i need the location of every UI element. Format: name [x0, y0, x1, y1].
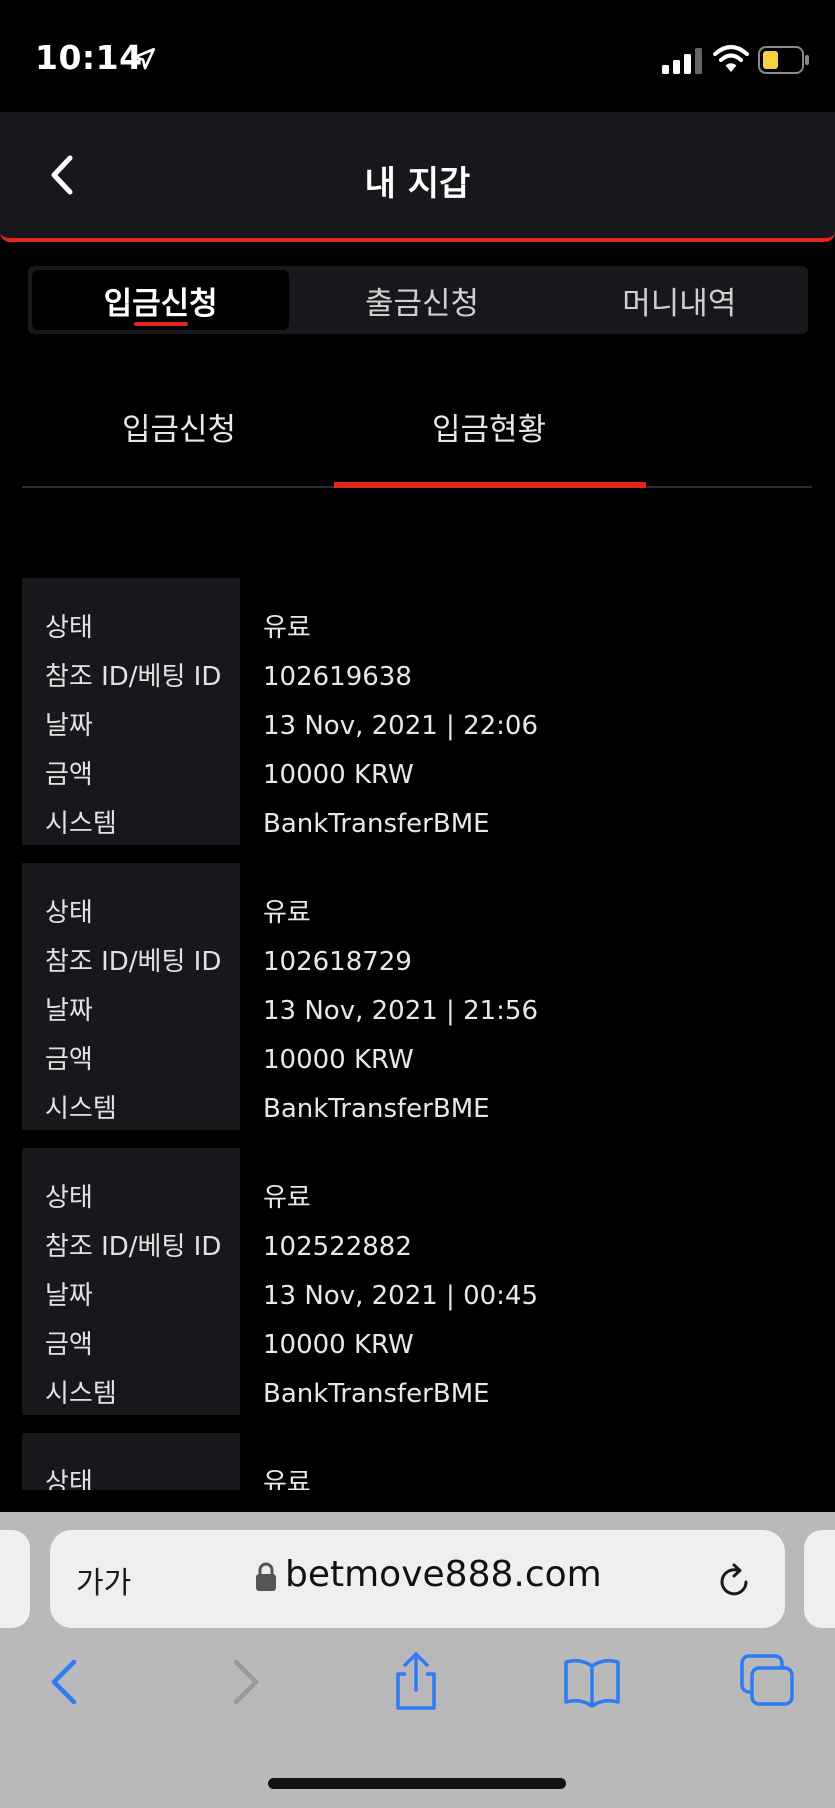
home-indicator	[268, 1778, 566, 1789]
subtab-deposit-status[interactable]: 입금현황	[432, 404, 546, 449]
tab-deposit-request[interactable]: 입금신청	[32, 270, 290, 330]
ref-id-value: 102618729	[263, 947, 412, 977]
battery-icon	[758, 46, 809, 74]
browser-nav-icons	[0, 1652, 835, 1722]
ref-id-value: 102619638	[263, 662, 412, 692]
system-value: BankTransferBME	[263, 809, 490, 839]
date-label: 날짜	[45, 1281, 93, 1311]
status-label: 상태	[45, 898, 93, 928]
system-label: 시스템	[45, 1379, 117, 1409]
wifi-icon	[713, 45, 749, 72]
tab-money-history[interactable]: 머니내역	[551, 266, 808, 334]
date-value: 13 Nov, 2021 | 22:06	[263, 711, 539, 741]
subtab-deposit-request[interactable]: 입금신청	[122, 404, 236, 449]
status-value: 유료	[263, 1183, 311, 1213]
amount-label: 금액	[45, 1045, 93, 1075]
back-arrow-icon[interactable]	[36, 1652, 96, 1712]
status-value: 유료	[263, 613, 311, 643]
active-subtab-indicator	[334, 482, 646, 488]
tabs-icon[interactable]	[738, 1652, 798, 1712]
reload-icon[interactable]	[716, 1560, 754, 1600]
amount-value: 10000 KRW	[263, 760, 414, 790]
lock-icon	[256, 1562, 276, 1591]
transaction-card: 상태 유료 참조 ID/베팅 ID 102619638 날짜 13 Nov, 2…	[22, 578, 812, 845]
date-label: 날짜	[45, 996, 93, 1026]
status-value: 유료	[263, 1468, 311, 1490]
sub-tabs: 입금신청 입금현황	[22, 392, 812, 488]
system-value: BankTransferBME	[263, 1379, 490, 1409]
status-time: 10:14	[35, 38, 143, 77]
previous-tab-preview[interactable]	[0, 1530, 30, 1628]
location-arrow-icon	[132, 47, 156, 70]
text-size-button[interactable]: 가가	[76, 1558, 131, 1602]
bookmarks-icon[interactable]	[562, 1652, 622, 1712]
status-label: 상태	[45, 613, 93, 643]
transaction-card: 상태 유료 참조 ID/베팅 ID 102618729 날짜 13 Nov, 2…	[22, 863, 812, 1130]
ref-id-label: 참조 ID/베팅 ID	[45, 662, 222, 692]
app-header: 내 지갑	[0, 112, 835, 242]
cellular-signal-icon	[662, 48, 702, 74]
status-label: 상태	[45, 1183, 93, 1213]
status-label: 상태	[45, 1468, 93, 1490]
amount-label: 금액	[45, 1330, 93, 1360]
share-icon[interactable]	[386, 1652, 446, 1712]
amount-value: 10000 KRW	[263, 1045, 414, 1075]
date-label: 날짜	[45, 711, 93, 741]
ref-id-label: 참조 ID/베팅 ID	[45, 947, 222, 977]
transaction-card: 상태 유료 참조 ID/베팅 ID 102522882 날짜 13 Nov, 2…	[22, 1148, 812, 1415]
ref-id-value: 102522882	[263, 1232, 412, 1262]
transaction-list: 상태 유료 참조 ID/베팅 ID 102619638 날짜 13 Nov, 2…	[22, 578, 812, 1490]
next-tab-preview[interactable]	[804, 1530, 835, 1628]
date-value: 13 Nov, 2021 | 21:56	[263, 996, 539, 1026]
ref-id-label: 참조 ID/베팅 ID	[45, 1232, 222, 1262]
tab-withdraw-request[interactable]: 출금신청	[293, 266, 550, 334]
forward-arrow-icon[interactable]	[214, 1652, 274, 1712]
amount-label: 금액	[45, 760, 93, 790]
transaction-card: 상태 유료	[22, 1433, 812, 1490]
system-label: 시스템	[45, 809, 117, 839]
page-title: 내 지갑	[364, 164, 471, 204]
amount-value: 10000 KRW	[263, 1330, 414, 1360]
status-value: 유료	[263, 898, 311, 928]
browser-toolbar: 가가 betmove888.com	[0, 1512, 835, 1808]
address-bar[interactable]: 가가 betmove888.com	[50, 1530, 785, 1628]
system-value: BankTransferBME	[263, 1094, 490, 1124]
main-tabs: 입금신청 출금신청 머니내역	[28, 266, 808, 334]
url-text[interactable]: betmove888.com	[285, 1554, 602, 1595]
system-label: 시스템	[45, 1094, 117, 1124]
status-bar: 10:14	[0, 0, 835, 112]
date-value: 13 Nov, 2021 | 00:45	[263, 1281, 539, 1311]
